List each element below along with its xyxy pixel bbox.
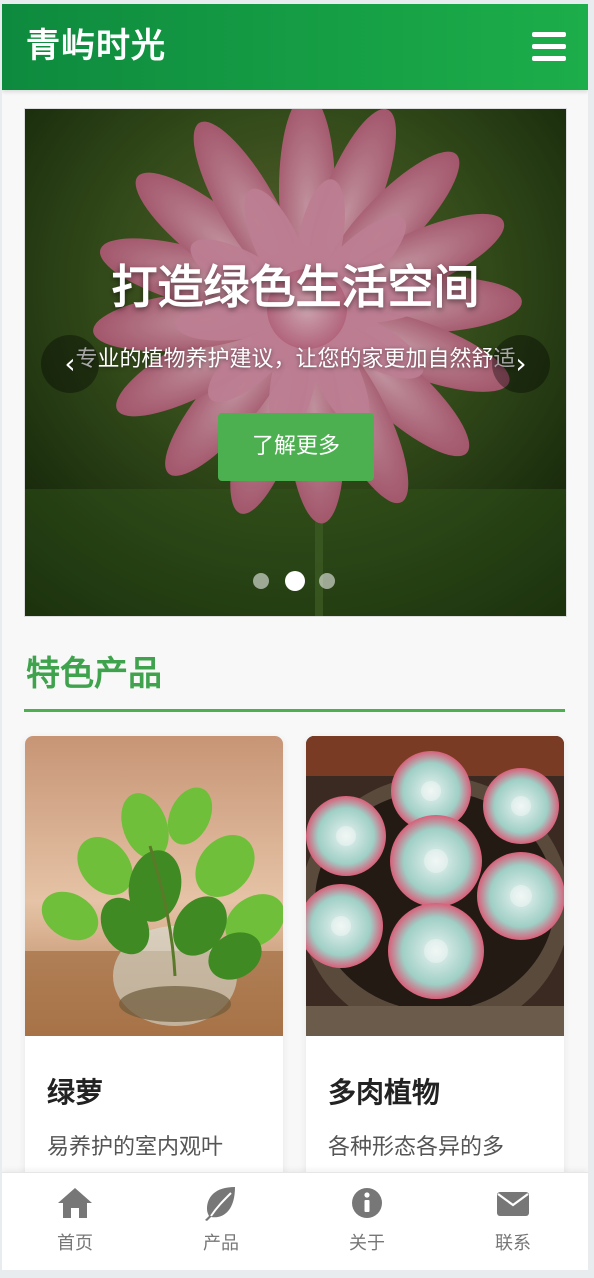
nav-label-home: 首页 (57, 1233, 93, 1254)
chevron-right-icon: › (515, 347, 527, 380)
carousel-prev-button[interactable]: ‹ (41, 335, 99, 393)
carousel-dot-1[interactable] (253, 573, 269, 589)
nav-label-products: 产品 (203, 1233, 239, 1254)
chevron-left-icon: ‹ (64, 347, 76, 380)
envelope-icon (497, 1192, 529, 1216)
nav-item-contact[interactable]: 联系 (440, 1183, 586, 1267)
section-divider (24, 709, 565, 712)
hero-title: 打造绿色生活空间 (111, 260, 480, 314)
product-description: 易养护的室内观叶 (47, 1135, 224, 1160)
nav-label-about: 关于 (349, 1233, 385, 1254)
product-description: 各种形态各异的多 (328, 1135, 505, 1160)
nav-item-about[interactable]: 关于 (294, 1183, 440, 1267)
carousel-next-button[interactable]: › (492, 335, 550, 393)
hamburger-menu-icon[interactable] (532, 32, 566, 62)
hero-subtitle: 专业的植物养护建议，让您的家更加自然舒适 (75, 347, 516, 372)
carousel-indicators (253, 571, 343, 591)
hero-carousel: 打造绿色生活空间 专业的植物养护建议，让您的家更加自然舒适 了解更多 ‹ › (24, 108, 567, 617)
leaf-icon (205, 1187, 235, 1221)
app-page: 青屿时光 打造绿色生活空间 专业的植物养护建议，让您的家更加自然舒适 了解更多 … (2, 4, 588, 1270)
nav-item-products[interactable]: 产品 (148, 1183, 294, 1267)
brand-logo-text[interactable]: 青屿时光 (26, 24, 166, 68)
carousel-dot-3[interactable] (319, 573, 335, 589)
learn-more-button[interactable]: 了解更多 (218, 413, 374, 481)
bottom-navigation: 首页 产品 关于 联系 (2, 1172, 588, 1270)
home-icon (58, 1188, 92, 1218)
carousel-dot-2[interactable] (285, 571, 305, 591)
nav-item-home[interactable]: 首页 (2, 1183, 148, 1267)
nav-label-contact: 联系 (495, 1233, 531, 1254)
product-name: 绿萝 (47, 1076, 104, 1109)
info-icon (352, 1188, 382, 1218)
product-name: 多肉植物 (328, 1076, 441, 1109)
section-title-featured: 特色产品 (26, 654, 162, 694)
succulent-plant-image (306, 736, 564, 1036)
pothos-plant-image (25, 736, 283, 1036)
top-header: 青屿时光 (2, 4, 588, 90)
